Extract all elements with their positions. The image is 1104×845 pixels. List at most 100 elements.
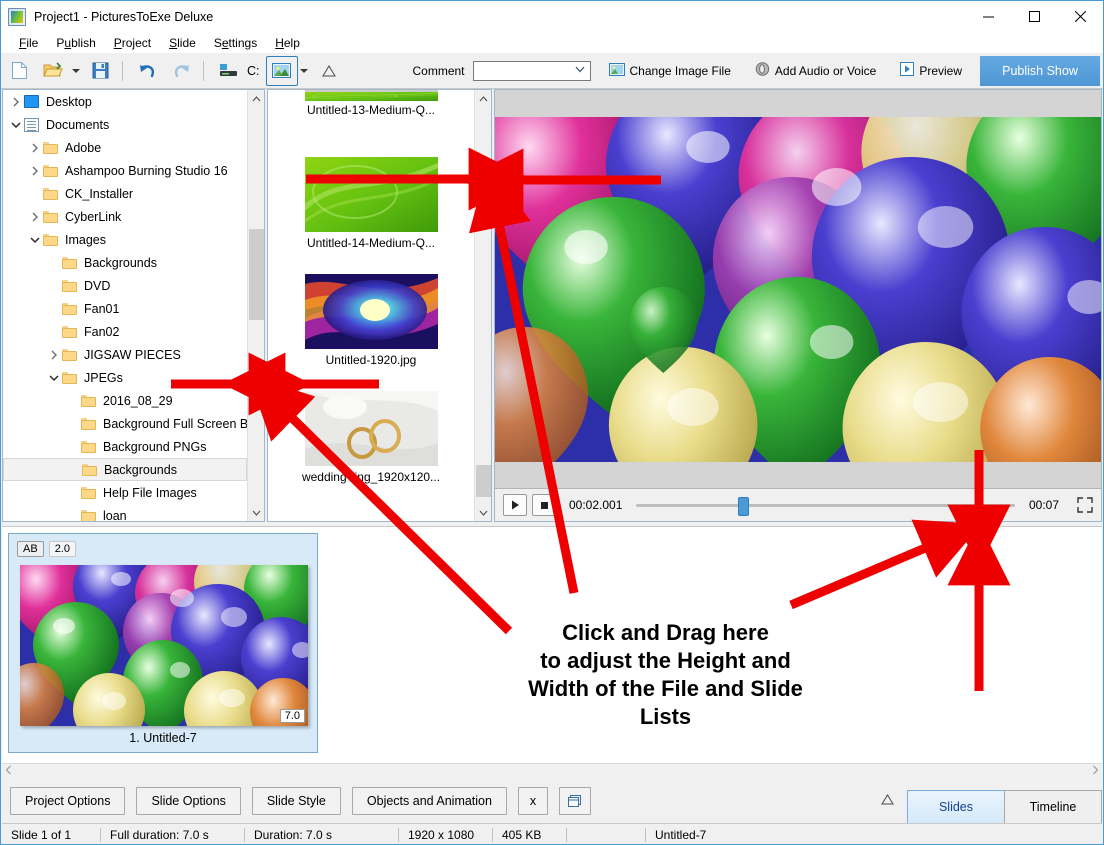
stop-icon[interactable] (532, 494, 556, 516)
menu-settings[interactable]: Settings (205, 34, 266, 52)
status-bar: Slide 1 of 1 Full duration: 7.0 s Duration… (2, 823, 1102, 844)
chevron-down-icon[interactable] (45, 366, 62, 389)
preview-button[interactable]: Preview (894, 58, 968, 83)
playback-slider[interactable] (636, 496, 1015, 516)
publish-show-button[interactable]: Publish Show (980, 55, 1100, 86)
chevron-down-icon[interactable] (475, 504, 491, 521)
tab-timeline[interactable]: Timeline (1004, 790, 1102, 823)
chevron-right-icon[interactable] (45, 343, 62, 366)
slide-duration-badge[interactable]: 7.0 (279, 709, 305, 723)
slide-strip[interactable]: AB 2.0 7.0 1. Untitled-7 (2, 526, 1102, 769)
image-settings-icon[interactable] (265, 55, 298, 86)
file-thumbnail-list[interactable]: Untitled-13-Medium-Q... Untitled-14-Mediu… (268, 90, 474, 521)
slide-options-button[interactable]: Slide Options (136, 787, 241, 815)
play-box-icon (900, 62, 915, 79)
file-thumbnail[interactable] (304, 274, 438, 349)
tree-item-backgrounds[interactable]: Backgrounds (3, 458, 247, 481)
file-list-vertical-scrollbar[interactable] (474, 90, 491, 521)
slide-card[interactable]: AB 2.0 7.0 1. Untitled-7 (4, 533, 324, 767)
triangle-icon[interactable] (313, 56, 345, 86)
redo-arrow-icon[interactable] (165, 56, 197, 86)
menu-file[interactable]: File (10, 34, 47, 52)
comment-input[interactable] (472, 60, 591, 81)
maximize-icon[interactable] (1011, 1, 1057, 32)
file-thumbnail[interactable] (297, 157, 446, 232)
file-thumbnail[interactable] (297, 90, 446, 101)
tree-item-fan02[interactable]: Fan02 (3, 320, 247, 343)
slide-badge-ab[interactable]: AB (17, 541, 44, 557)
folder-tree-list[interactable]: Desktop Documents Adobe Ashampoo Burning St… (3, 90, 247, 521)
new-document-icon[interactable] (3, 56, 35, 86)
slide-strip-horizontal-scrollbar[interactable] (2, 763, 1102, 779)
chevron-right-icon[interactable] (1092, 765, 1099, 778)
change-image-file-button[interactable]: Change Image File (603, 59, 737, 83)
close-icon[interactable] (1057, 1, 1103, 32)
tree-item-jpegs[interactable]: JPEGs (3, 366, 247, 389)
chevron-right-icon[interactable] (26, 159, 43, 182)
chevron-down-icon[interactable] (26, 228, 43, 251)
tree-item-dvd[interactable]: DVD (3, 274, 247, 297)
tree-item-adobe[interactable]: Adobe (3, 136, 247, 159)
burn-disc-icon[interactable] (212, 56, 244, 86)
file-list-item[interactable]: Untitled-14-Medium-Q... (268, 133, 474, 266)
window-title: Project1 - PicturesToExe Deluxe (34, 9, 214, 24)
chevron-down-icon[interactable] (575, 65, 585, 76)
slide-badge-time[interactable]: 2.0 (48, 541, 76, 557)
menu-publish[interactable]: Publish (47, 34, 104, 52)
objects-and-animation-button[interactable]: Objects and Animation (351, 787, 507, 815)
tree-item-ashampoo-burning-studio-16[interactable]: Ashampoo Burning Studio 16 (3, 159, 247, 182)
chevron-up-icon[interactable] (248, 90, 264, 107)
chevron-up-icon[interactable] (475, 90, 491, 107)
file-list-item[interactable]: Untitled-1920.jpg (268, 266, 474, 383)
tree-item-cyberlink[interactable]: CyberLink (3, 205, 247, 228)
minimize-icon[interactable] (965, 1, 1011, 32)
open-folder-icon[interactable] (37, 56, 69, 86)
play-icon[interactable] (503, 494, 527, 516)
tree-item-ck-installer[interactable]: CK_Installer (3, 182, 247, 205)
tree-item-loan[interactable]: loan (3, 504, 247, 521)
chevron-left-icon[interactable] (5, 765, 12, 778)
chevron-right-icon[interactable] (26, 136, 43, 159)
tree-item-desktop[interactable]: Desktop (3, 90, 247, 113)
tree-item-2016-08-29[interactable]: 2016_08_29 (3, 389, 247, 412)
save-disk-icon[interactable] (84, 56, 116, 86)
tab-slides[interactable]: Slides (907, 790, 1005, 823)
image-dropdown-chevron-down-icon[interactable] (298, 57, 311, 85)
menu-project[interactable]: Project (105, 34, 160, 52)
add-audio-button[interactable]: Add Audio or Voice (749, 58, 882, 83)
status-cell-4: 405 KB (493, 827, 567, 842)
tree-item-backgrounds[interactable]: Backgrounds (3, 251, 247, 274)
open-dropdown-chevron-down-icon[interactable] (69, 57, 82, 85)
project-options-button[interactable]: Project Options (10, 787, 126, 815)
close-slide-button[interactable]: x (517, 787, 548, 815)
playback-slider-thumb[interactable] (738, 496, 750, 516)
slide-thumbnail[interactable]: 7.0 (4, 544, 324, 767)
tree-item-jigsaw-pieces[interactable]: JIGSAW PIECES (3, 343, 247, 366)
menu-slide[interactable]: Slide (160, 34, 205, 52)
file-list-item[interactable]: wedding-ring_1920x120... (268, 383, 474, 500)
triangle-icon[interactable] (881, 794, 894, 808)
chevron-down-icon[interactable] (7, 113, 24, 136)
tree-item-help-file-images[interactable]: Help File Images (3, 481, 247, 504)
tree-item-background-pngs[interactable]: Background PNGs (3, 435, 247, 458)
file-thumbnail[interactable] (304, 391, 438, 466)
chevron-down-icon[interactable] (248, 504, 264, 521)
tree-item-background-full-screen-b[interactable]: Background Full Screen B... (3, 412, 247, 435)
menu-help[interactable]: Help (266, 34, 309, 52)
file-list-scroll-thumb[interactable] (476, 465, 491, 497)
chevron-right-icon[interactable] (7, 90, 24, 113)
slide-style-button[interactable]: Slide Style (251, 787, 341, 815)
tree-item-images[interactable]: Images (3, 228, 247, 251)
tree-item-documents[interactable]: Documents (3, 113, 247, 136)
tree-item-fan01[interactable]: Fan01 (3, 297, 247, 320)
undo-arrow-icon[interactable] (131, 56, 163, 86)
fullscreen-icon[interactable] (1077, 497, 1093, 513)
chevron-right-icon[interactable] (26, 205, 43, 228)
tree-item-label: 2016_08_29 (103, 393, 173, 408)
file-list-item[interactable]: Untitled-13-Medium-Q... (268, 90, 474, 133)
tree-vertical-scrollbar[interactable] (247, 90, 264, 521)
tree-scroll-thumb[interactable] (249, 229, 264, 320)
duplicate-window-icon[interactable] (558, 787, 591, 815)
